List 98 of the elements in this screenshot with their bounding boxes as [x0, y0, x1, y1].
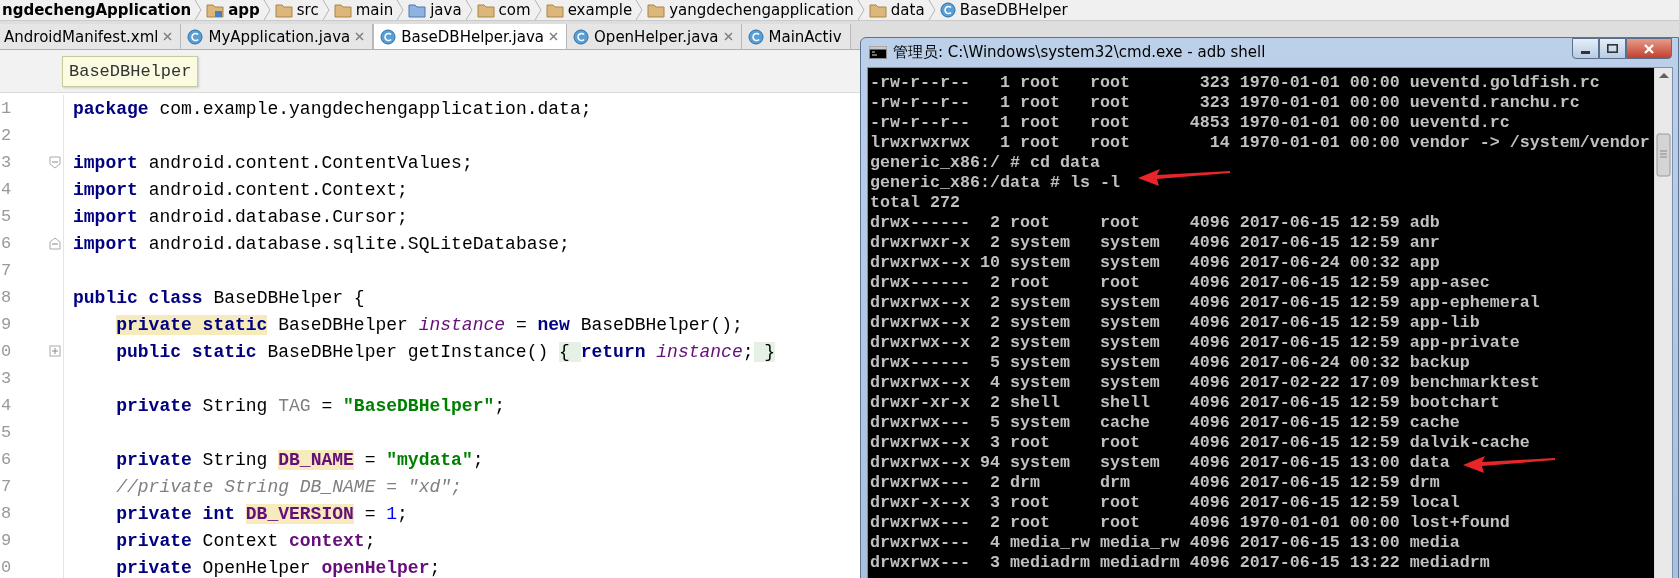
breadcrumb-item[interactable]: com [472, 0, 534, 20]
window-title: 管理员: C:\Windows\system32\cmd.exe - adb shell [893, 43, 1266, 62]
code-line: import android.content.ContentValues; [73, 152, 473, 173]
line-number: 5 [1, 207, 13, 226]
breadcrumb-item[interactable]: ngdechengApplication [0, 0, 195, 20]
terminal-line: -rw-r--r-- 1 root root 323 1970-01-01 00:00 ueventd.goldfish.rc [870, 73, 1600, 93]
terminal-line: drwx------ 5 system system 4096 2017-06-24 00:32 backup [870, 353, 1470, 373]
editor-tab[interactable]: AndroidManifest.xml [0, 24, 182, 49]
folder-icon [206, 2, 225, 18]
code-line: private static BaseDBHelper instance = new BaseDBHelper(); [115, 314, 743, 335]
breadcrumb-item[interactable]: data [864, 0, 928, 20]
line-number: 6 [1, 234, 13, 253]
code-line: import android.database.sqlite.SQLiteDatabase; [73, 233, 570, 254]
terminal-line: drwxrwx--- 2 root root 4096 1970-01-01 00:00 lost+found [870, 513, 1510, 533]
terminal-line: drwxrwx--x 94 system system 4096 2017-06-15 13:00 data [870, 453, 1450, 473]
scrollbar[interactable] [1654, 68, 1672, 578]
code-line: //private String DB_NAME = "xd"; [115, 476, 462, 497]
maximize-icon [1607, 44, 1618, 53]
terminal-line: drwxr-x--x 3 root root 4096 2017-06-15 12:59 local [870, 493, 1460, 513]
line-number: 0 [1, 342, 13, 361]
line-number: 4 [1, 396, 13, 415]
code-line: private OpenHelper openHelper; [115, 557, 441, 578]
terminal-line: drwxrwx--- 2 drm drm 4096 2017-06-15 12:59 drm [870, 473, 1440, 493]
folder-icon [476, 2, 495, 18]
class-icon [939, 2, 956, 18]
line-number: 8 [1, 288, 13, 307]
terminal-line: lrwxrwxrwx 1 root root 14 1970-01-01 00:00 vendor -> /system/vendor [870, 133, 1650, 153]
editor-tab[interactable]: BaseDBHelper.java [373, 24, 568, 49]
line-number: 9 [1, 531, 13, 550]
maximize-button[interactable] [1599, 38, 1626, 59]
breadcrumb-item[interactable]: src [270, 0, 322, 20]
line-number: 1 [1, 99, 13, 118]
code-line: private String TAG = "BaseDBHelper"; [115, 395, 506, 416]
line-number: 6 [1, 450, 13, 469]
breadcrumb-item[interactable]: example [541, 0, 636, 20]
terminal-line: drwxr-xr-x 2 shell shell 4096 2017-06-15 12:59 bootchart [870, 393, 1500, 413]
code-line: private int DB_VERSION = 1; [115, 503, 408, 524]
line-number: 0 [1, 558, 13, 577]
terminal-line: -rw-r--r-- 1 root root 4853 1970-01-01 00:00 ueventd.rc [870, 113, 1510, 133]
terminal-line: generic_x86:/ # cd data [870, 153, 1100, 173]
breadcrumb-item[interactable]: java [404, 0, 465, 20]
line-number: 4 [1, 180, 13, 199]
code-line: import android.content.Context; [73, 179, 408, 200]
terminal-line: drwxrwx--x 3 root root 4096 2017-06-15 12:59 dalvik-cache [870, 433, 1530, 453]
terminal-line: drwx------ 2 root root 4096 2017-06-15 12:59 app-asec [870, 273, 1490, 293]
breadcrumb-item[interactable]: BaseDBHelper [935, 0, 1071, 20]
terminal-line: drwxrwx--- 3 mediadrm mediadrm 4096 2017-06-15 13:22 mediadrm [870, 553, 1490, 573]
terminal-line: drwxrwxr-x 2 system system 4096 2017-06-15 12:59 anr [870, 233, 1440, 253]
close-icon[interactable] [163, 32, 173, 41]
terminal-line: total 272 [870, 193, 960, 213]
code-line: private String DB_NAME = "mydata"; [115, 449, 484, 470]
breadcrumb-item[interactable]: main [329, 0, 397, 20]
terminal-line: drwxrwx--- 5 system cache 4096 2017-06-15 12:59 cache [870, 413, 1460, 433]
fold-icon[interactable] [49, 156, 61, 169]
fold-icon[interactable] [49, 237, 61, 250]
terminal-line: drwxrwx--x 2 system system 4096 2017-06-15 12:59 app-ephemeral [870, 293, 1540, 313]
close-icon [1643, 42, 1655, 55]
editor-tab[interactable]: OpenHelper.java [567, 24, 742, 49]
expand-icon[interactable] [49, 345, 61, 358]
code-line: public static BaseDBHelper getInstance() { return instance; } [115, 341, 776, 362]
terminal-line: drwx------ 2 root root 4096 2017-06-15 12:59 adb [870, 213, 1440, 233]
terminal-line: generic_x86:/data # ls -l [870, 173, 1120, 193]
breadcrumb-item[interactable]: app [202, 0, 263, 20]
editor-tab[interactable]: MyApplication.java [181, 24, 374, 49]
terminal-icon [869, 45, 887, 60]
minimize-button[interactable] [1572, 38, 1599, 59]
folder-icon [274, 2, 293, 18]
close-icon[interactable] [723, 32, 733, 41]
tooltip: BaseDBHelper [62, 55, 199, 87]
terminal-line: drwxrwx--x 10 system system 4096 2017-06-24 00:32 app [870, 253, 1440, 273]
folder-icon [408, 2, 427, 18]
terminal-line: drwxrwx--x 2 system system 4096 2017-06-15 12:59 app-private [870, 333, 1520, 353]
code-line: private Context context; [115, 530, 376, 551]
folder-icon [333, 2, 352, 18]
folder-icon [545, 2, 564, 18]
breadcrumb-item[interactable]: yangdechengapplication [643, 0, 857, 20]
line-number: 7 [1, 261, 13, 280]
folder-icon [868, 2, 887, 18]
line-number: 9 [1, 315, 13, 334]
line-number: 5 [1, 423, 13, 442]
line-number: 2 [1, 126, 13, 145]
terminal-line: -rw-r--r-- 1 root root 323 1970-01-01 00:00 ueventd.ranchu.rc [870, 93, 1580, 113]
close-icon[interactable] [549, 32, 559, 41]
line-number: 3 [1, 369, 13, 388]
terminal-line: drwxrwx--- 4 media_rw media_rw 4096 2017-06-15 13:00 media [870, 533, 1460, 553]
terminal-line: drwxrwx--x 4 system system 4096 2017-02-22 17:09 benchmarktest [870, 373, 1540, 393]
terminal-line: drwxrwx--x 2 system system 4096 2017-06-15 12:59 app-lib [870, 313, 1480, 333]
code-line: import android.database.Cursor; [73, 206, 408, 227]
line-number: 8 [1, 504, 13, 523]
editor-tab[interactable]: MainActiv [741, 24, 851, 49]
code-line: public class BaseDBHelper { [73, 287, 365, 308]
minimize-icon [1581, 51, 1590, 54]
close-icon[interactable] [355, 32, 365, 41]
close-button[interactable] [1626, 38, 1672, 59]
line-number: 7 [1, 477, 13, 496]
code-line: package com.example.yangdechengapplication.data; [73, 98, 592, 119]
line-number: 3 [1, 153, 13, 172]
folder-icon [647, 2, 666, 18]
